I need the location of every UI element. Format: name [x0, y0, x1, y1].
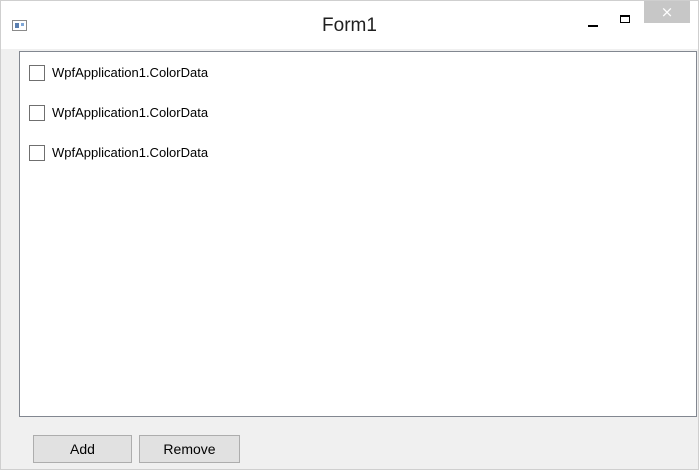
- item-checkbox[interactable]: [29, 65, 45, 81]
- item-label: WpfApplication1.ColorData: [52, 65, 209, 80]
- minimize-icon: [588, 25, 598, 27]
- remove-button[interactable]: Remove: [139, 435, 240, 463]
- main-window: Form1 × WpfApplication1.ColorData WpfApp…: [0, 0, 699, 470]
- item-checkbox[interactable]: [29, 105, 45, 121]
- checked-list-box[interactable]: WpfApplication1.ColorData WpfApplication…: [19, 51, 697, 417]
- add-button[interactable]: Add: [33, 435, 132, 463]
- close-icon: ×: [660, 3, 674, 21]
- maximize-button[interactable]: [613, 11, 639, 33]
- item-label: WpfApplication1.ColorData: [52, 145, 209, 160]
- minimize-button[interactable]: [581, 11, 607, 33]
- title-bar[interactable]: Form1 ×: [1, 1, 698, 49]
- item-checkbox[interactable]: [29, 145, 45, 161]
- item-label: WpfApplication1.ColorData: [52, 105, 209, 120]
- close-button[interactable]: ×: [644, 1, 690, 23]
- maximize-icon: [620, 15, 630, 23]
